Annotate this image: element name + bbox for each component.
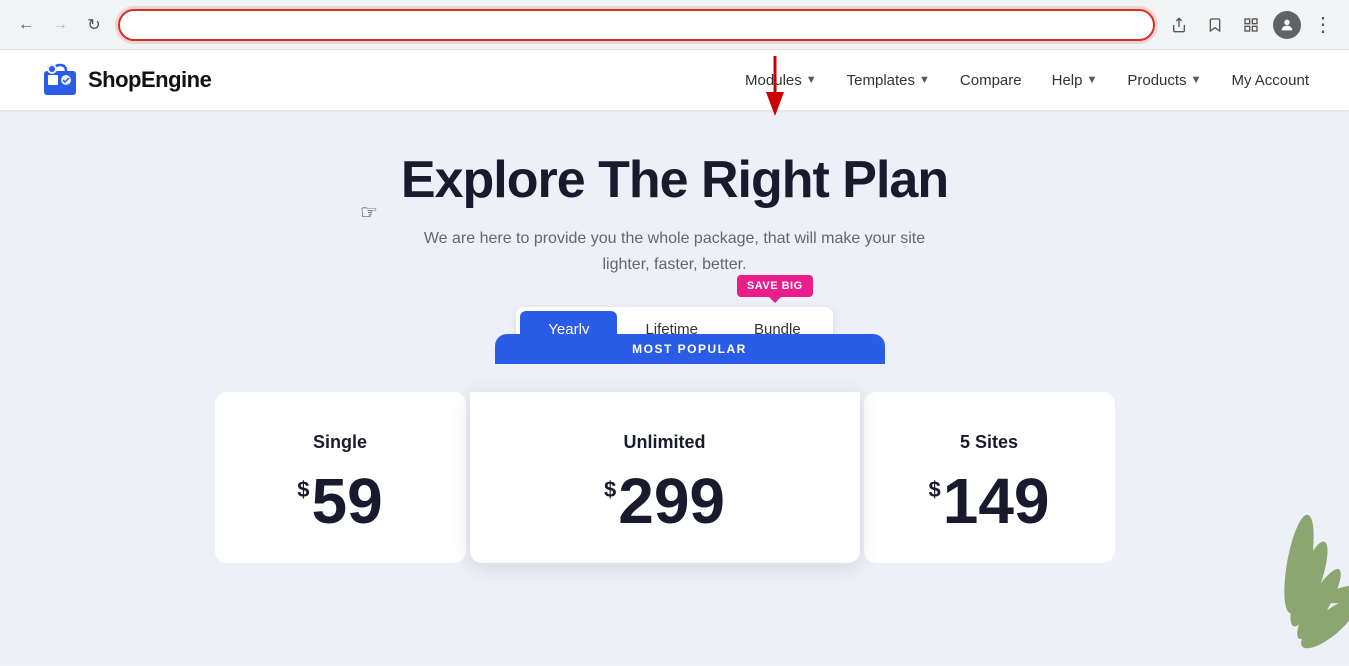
amount-unlimited: 299 bbox=[618, 469, 725, 533]
currency-single: $ bbox=[297, 477, 309, 503]
currency-5sites: $ bbox=[928, 477, 940, 503]
address-bar-wrapper: wpmet.com/plugin/shopengine/pricing/?utm… bbox=[118, 9, 1155, 41]
nav-templates[interactable]: Templates ▼ bbox=[847, 72, 930, 89]
plan-name-single: Single bbox=[245, 432, 436, 453]
extensions-button[interactable] bbox=[1237, 11, 1265, 39]
toolbar-icons: ⋮ bbox=[1165, 8, 1337, 41]
pricing-cards-container: MOST POPULAR Single $ 59 Unlimited $ 299 bbox=[215, 372, 1135, 563]
nav-products[interactable]: Products ▼ bbox=[1127, 72, 1201, 89]
main-content: ☞ Explore The Right Plan We are here to … bbox=[0, 110, 1349, 563]
plan-name-unlimited: Unlimited bbox=[500, 432, 830, 453]
back-button[interactable]: ← bbox=[12, 11, 40, 39]
nav-my-account[interactable]: My Account bbox=[1231, 72, 1309, 89]
site-menu: Modules ▼ Templates ▼ Compare Help ▼ Pro… bbox=[745, 72, 1309, 89]
plant-decoration bbox=[1249, 464, 1349, 664]
nav-modules[interactable]: Modules ▼ bbox=[745, 72, 817, 89]
pricing-card-single: Single $ 59 bbox=[215, 392, 466, 563]
amount-single: 59 bbox=[312, 469, 383, 533]
save-big-badge: SAVE BIG bbox=[737, 275, 813, 297]
pricing-card-5sites: 5 Sites $ 149 bbox=[864, 392, 1115, 563]
plan-price-single: $ 59 bbox=[245, 469, 436, 533]
nav-help[interactable]: Help ▼ bbox=[1052, 72, 1098, 89]
browser-chrome: ← → ↻ wpmet.com/plugin/shopengine/pricin… bbox=[0, 0, 1349, 50]
bookmark-button[interactable] bbox=[1201, 11, 1229, 39]
browser-menu-button[interactable]: ⋮ bbox=[1309, 8, 1337, 41]
plan-price-5sites: $ 149 bbox=[894, 469, 1085, 533]
nav-buttons: ← → ↻ bbox=[12, 11, 108, 39]
pricing-card-unlimited: Unlimited $ 299 bbox=[470, 392, 860, 563]
currency-unlimited: $ bbox=[604, 477, 616, 503]
plan-price-unlimited: $ 299 bbox=[500, 469, 830, 533]
nav-compare[interactable]: Compare bbox=[960, 72, 1022, 89]
chevron-down-icon: ▼ bbox=[919, 74, 930, 86]
address-bar[interactable]: wpmet.com/plugin/shopengine/pricing/?utm… bbox=[118, 9, 1155, 41]
logo-icon bbox=[40, 61, 80, 99]
forward-button[interactable]: → bbox=[46, 11, 74, 39]
site-nav: ShopEngine Modules ▼ Templates ▼ Compare… bbox=[0, 50, 1349, 110]
profile-icon[interactable] bbox=[1273, 11, 1301, 39]
pricing-row: Single $ 59 Unlimited $ 299 5 Si bbox=[215, 392, 1115, 563]
chevron-down-icon: ▼ bbox=[806, 74, 817, 86]
chevron-down-icon: ▼ bbox=[1191, 74, 1202, 86]
page-title: Explore The Right Plan bbox=[401, 150, 948, 210]
site-logo: ShopEngine bbox=[40, 61, 211, 99]
logo-text: ShopEngine bbox=[88, 67, 211, 93]
plan-name-5sites: 5 Sites bbox=[894, 432, 1085, 453]
share-button[interactable] bbox=[1165, 11, 1193, 39]
cursor-pointer: ☞ bbox=[360, 200, 378, 225]
page-subtitle: We are here to provide you the whole pac… bbox=[424, 226, 925, 277]
reload-button[interactable]: ↻ bbox=[80, 11, 108, 39]
browser-toolbar: ← → ↻ wpmet.com/plugin/shopengine/pricin… bbox=[0, 0, 1349, 49]
most-popular-bar: MOST POPULAR bbox=[495, 334, 885, 364]
chevron-down-icon: ▼ bbox=[1086, 74, 1097, 86]
website-content: ShopEngine Modules ▼ Templates ▼ Compare… bbox=[0, 50, 1349, 664]
amount-5sites: 149 bbox=[943, 469, 1050, 533]
